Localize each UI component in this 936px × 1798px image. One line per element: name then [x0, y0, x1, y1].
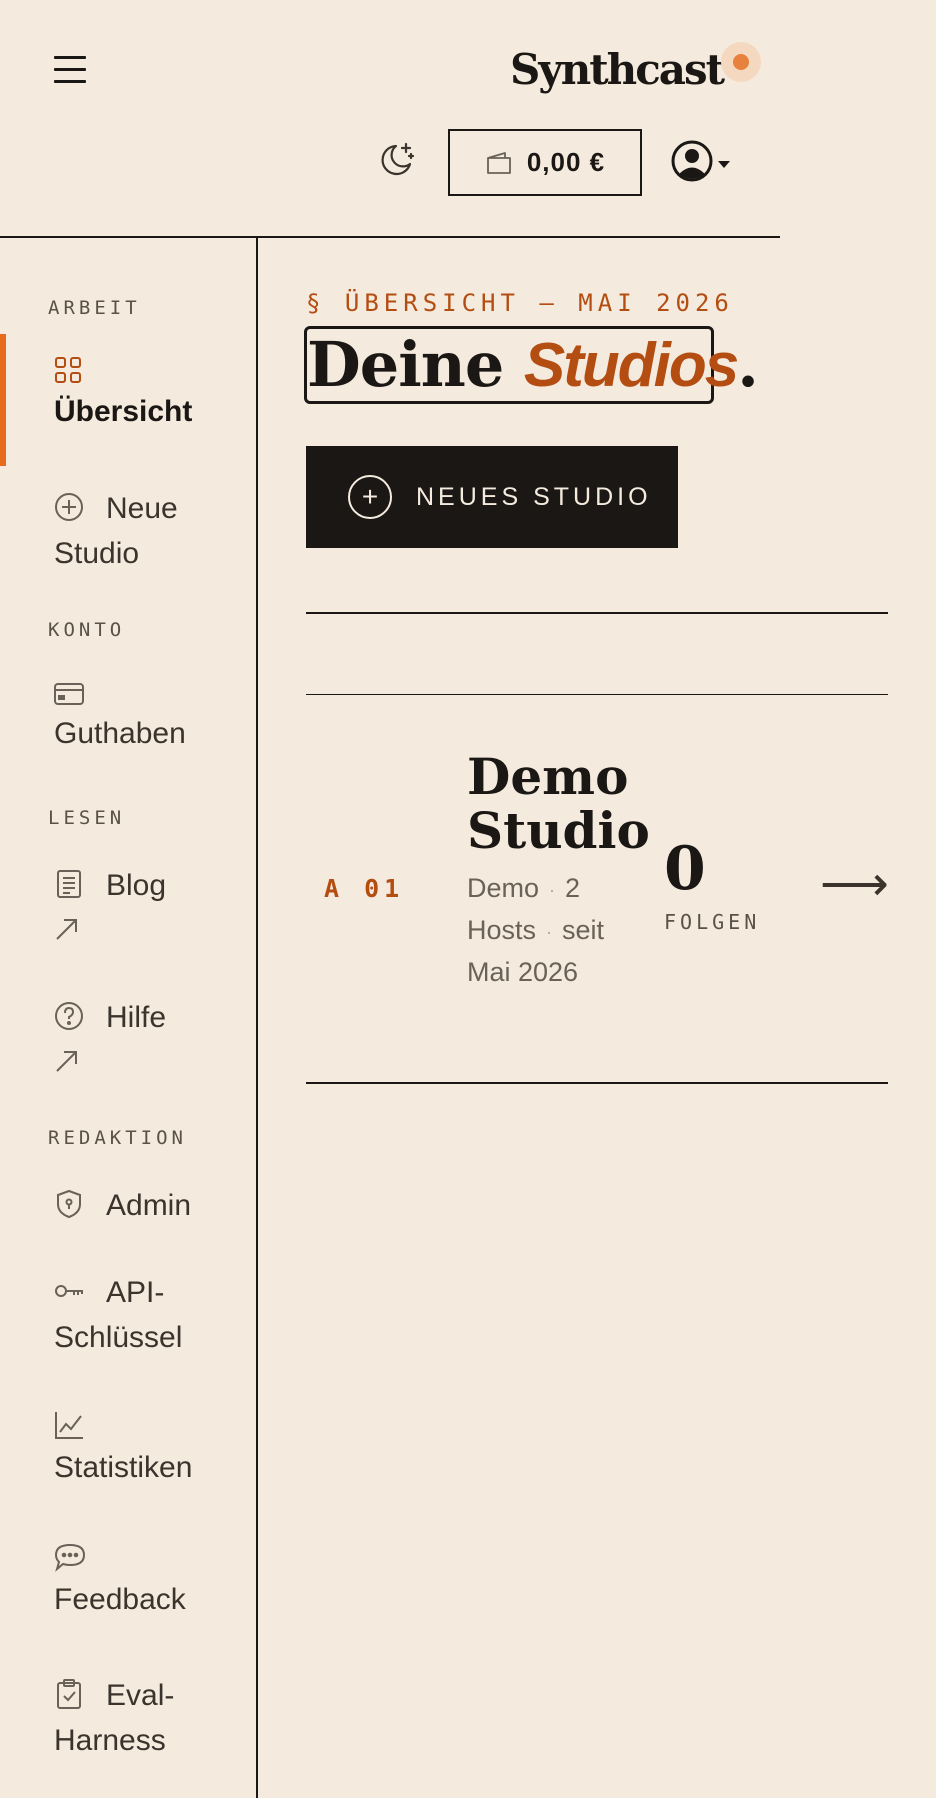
sidebar-item-neue-studio[interactable]: Neue Studio [54, 486, 244, 576]
page-title: Deine Studios. [307, 328, 759, 401]
page-title-accent: Studios [523, 331, 739, 400]
sidebar-item-guthaben[interactable]: Guthaben [54, 682, 244, 756]
studio-meta: Demo · 2 Hosts · seit Mai 2026 [467, 873, 605, 987]
menu-icon[interactable] [54, 56, 86, 84]
chart-icon [55, 1412, 83, 1439]
header-divider [0, 236, 780, 238]
sidebar-section-konto: KONTO [48, 619, 126, 641]
list-divider-bottom [306, 1082, 888, 1084]
sidebar-item-label: Statistiken [54, 1451, 193, 1484]
studio-follower-count: 0 [664, 834, 706, 904]
section-divider [306, 612, 888, 614]
user-menu-button[interactable] [670, 138, 736, 184]
sidebar-item-label: Hilfe [106, 1001, 167, 1034]
key-icon [55, 1285, 83, 1298]
chat-bubble-icon [54, 1543, 86, 1572]
list-divider [306, 694, 888, 695]
plus-circle-icon [55, 493, 83, 522]
active-indicator [0, 334, 6, 466]
sidebar-item-statistiken[interactable]: Statistiken [54, 1410, 244, 1490]
shield-icon [57, 1190, 81, 1219]
sidebar-item-admin[interactable]: Admin [54, 1183, 244, 1228]
page-eyebrow: § ÜBERSICHT — MAI 2026 [306, 289, 734, 317]
studio-row[interactable]: A 01 Demo Studio Demo · 2 Hosts · seit Mai 2… [306, 696, 889, 1082]
sidebar-section-arbeit: ARBEIT [48, 297, 141, 319]
sidebar-section-redaktion: REDAKTION [48, 1127, 187, 1149]
sidebar-item-blog[interactable]: Blog [54, 863, 244, 942]
sidebar-item-label: Guthaben [54, 717, 186, 750]
sidebar-item-eval-harness[interactable]: Eval-Harness [54, 1673, 244, 1763]
new-studio-button[interactable]: + NEUES STUDIO [306, 446, 678, 548]
new-studio-label: NEUES STUDIO [416, 482, 652, 511]
external-link-icon [56, 919, 77, 940]
brand-dot-icon [721, 42, 762, 82]
sidebar-item-api-schluessel[interactable]: API-Schlüssel [54, 1270, 244, 1360]
sidebar-item-label: Übersicht [54, 395, 193, 428]
studio-name: Demo Studio [467, 747, 650, 860]
studio-follower-label: FOLGEN [664, 910, 761, 934]
moon-stars-icon[interactable] [374, 138, 418, 182]
external-link-icon [56, 1051, 77, 1072]
sidebar-item-feedback[interactable]: Feedback [54, 1542, 244, 1622]
sidebar-item-uebersicht[interactable]: Übersicht [54, 356, 244, 434]
wallet-icon [486, 151, 511, 174]
help-circle-icon [55, 1002, 83, 1031]
plus-circle-icon: + [348, 475, 392, 519]
sidebar-section-lesen: LESEN [48, 807, 126, 829]
studio-index: A 01 [324, 874, 405, 903]
sidebar-item-label: Admin [106, 1189, 192, 1222]
brand-logo[interactable]: Synthcast [510, 40, 762, 100]
arrow-right-icon: ⟶ [820, 858, 889, 911]
wallet-amount: 0,00 € [526, 147, 606, 177]
chevron-down-icon [718, 160, 730, 168]
document-icon [57, 870, 81, 899]
sidebar-item-label: Blog [106, 869, 167, 902]
sidebar-item-label: Feedback [54, 1583, 186, 1616]
wallet-balance-button[interactable]: 0,00 € [448, 129, 642, 196]
grid-icon [55, 357, 81, 383]
user-avatar-icon [671, 140, 713, 182]
clipboard-check-icon [57, 1679, 81, 1710]
brand-name: Synthcast [510, 45, 725, 94]
sidebar-item-hilfe[interactable]: Hilfe [54, 995, 244, 1074]
credit-card-icon [54, 683, 84, 705]
sidebar-divider [256, 238, 258, 1798]
